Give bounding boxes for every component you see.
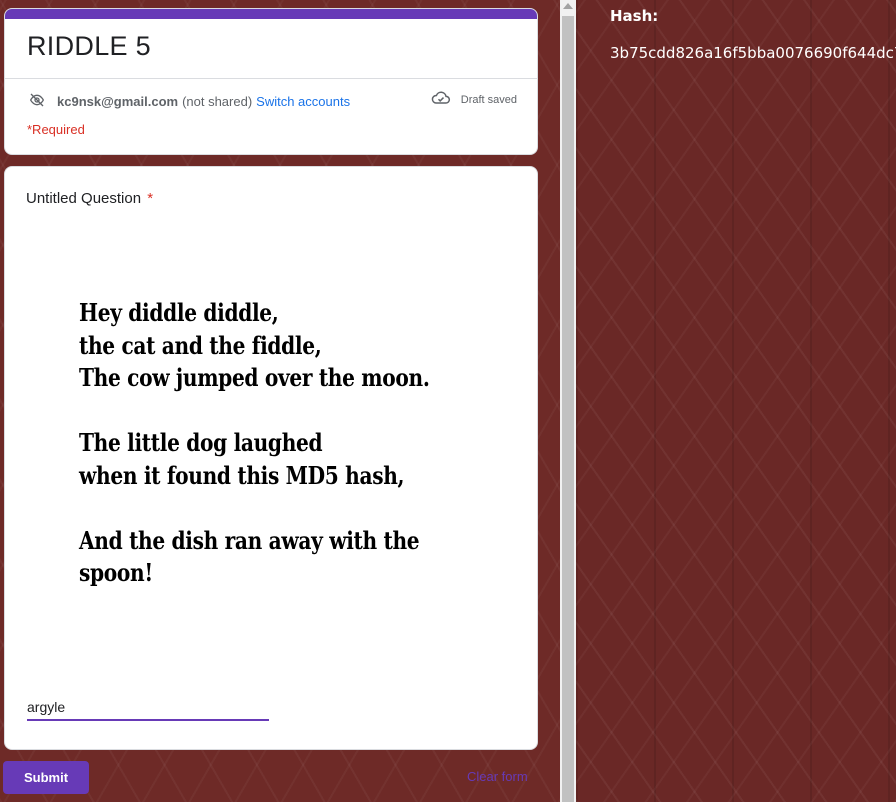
accent-bar [5,9,537,19]
poem-line: spoon! [79,558,153,587]
scrollbar[interactable] [560,0,576,802]
account-email: kc9nsk@gmail.com [57,93,179,109]
question-title: Untitled Question * [26,190,153,207]
hash-value: 3b75cdd826a16f5bba0076690f644dc7 [610,44,896,62]
header-divider [5,78,537,79]
question-card: Untitled Question * Hey diddle diddle, t… [4,166,538,750]
answer-input[interactable] [27,697,269,721]
form-header-card: RIDDLE 5 kc9nsk@gmail.com (not shared) S… [4,8,538,155]
poem-line: when it found this MD5 hash, [79,460,405,490]
draft-status: Draft saved [431,91,517,108]
required-note: *Required [27,122,85,137]
submit-button[interactable]: Submit [3,761,89,794]
poem-line: Hey diddle diddle, [79,298,279,327]
required-asterisk: * [147,190,154,207]
poem-line [79,492,432,525]
draft-status-label: Draft saved [460,93,517,106]
scroll-up-arrow-icon[interactable] [563,3,573,9]
poem-line: And the dish ran away with the [79,525,420,555]
poem-line [79,395,432,428]
poem-line: The cow jumped over the moon. [79,363,430,392]
switch-accounts-link[interactable]: Switch accounts [256,94,350,109]
question-title-text: Untitled Question [26,190,142,207]
hash-panel: Hash: 3b75cdd826a16f5bba0076690f644dc7 [576,0,896,802]
riddle-image: Hey diddle diddle, the cat and the fiddl… [79,297,432,590]
poem-line: The little dog laughed [79,428,323,457]
poem-line: the cat and the fiddle, [79,330,322,360]
hash-label: Hash: [610,7,659,25]
not-shared-label: (not shared) [182,93,253,109]
form-title: RIDDLE 5 [27,31,151,61]
not-shared-icon [27,92,47,111]
scrollbar-thumb[interactable] [562,16,574,802]
cloud-check-icon [431,91,461,108]
clear-form-button[interactable]: Clear form [467,769,528,784]
